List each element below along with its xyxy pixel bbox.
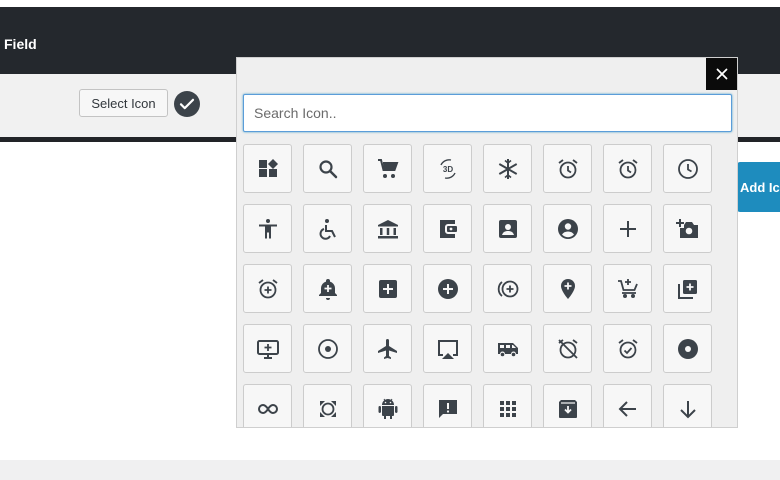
account-circle-icon[interactable] [543,204,592,253]
airport-shuttle-icon[interactable] [483,324,532,373]
selected-check-icon [174,91,200,117]
album-icon[interactable] [663,324,712,373]
3d-rotation-icon[interactable]: 3D [423,144,472,193]
add-circle-outline-icon[interactable] [483,264,532,313]
arrow-back-icon[interactable] [603,384,652,427]
add-alarm-icon[interactable] [243,264,292,313]
access-time-icon[interactable] [663,144,712,193]
add-circle-icon[interactable] [423,264,472,313]
alarm-off-icon[interactable] [543,324,592,373]
icon-picker-modal: 3D [236,57,738,428]
accessible-icon[interactable] [303,204,352,253]
close-icon[interactable] [706,58,737,90]
all-out-icon[interactable] [303,384,352,427]
add-alert-icon[interactable] [303,264,352,313]
search-icon-input[interactable] [243,94,732,132]
add-a-photo-icon[interactable] [663,204,712,253]
add-to-queue-icon[interactable] [243,324,292,373]
account-balance-icon[interactable] [363,204,412,253]
arrow-downward-icon[interactable] [663,384,712,427]
svg-text:3D: 3D [442,165,452,174]
alarm-on-icon[interactable] [603,324,652,373]
shopping-cart-icon[interactable] [363,144,412,193]
select-icon-button[interactable]: Select Icon [79,89,168,117]
airplanemode-active-icon[interactable] [363,324,412,373]
add-location-icon[interactable] [543,264,592,313]
access-alarm-icon[interactable] [543,144,592,193]
all-inclusive-icon[interactable] [243,384,292,427]
archive-icon[interactable] [543,384,592,427]
bottom-band [0,460,780,480]
account-balance-wallet-icon[interactable] [423,204,472,253]
widgets-icon[interactable] [243,144,292,193]
top-strip [0,0,780,7]
page: Field Select Icon Add Ic 3D [0,0,780,480]
add-to-photos-icon[interactable] [663,264,712,313]
add-shopping-cart-icon[interactable] [603,264,652,313]
android-icon[interactable] [363,384,412,427]
announcement-icon[interactable] [423,384,472,427]
access-alarms-icon[interactable] [603,144,652,193]
ac-unit-icon[interactable] [483,144,532,193]
add-box-icon[interactable] [363,264,412,313]
apps-icon[interactable] [483,384,532,427]
adjust-icon[interactable] [303,324,352,373]
add-icon-button[interactable]: Add Ic [737,162,780,212]
add-icon[interactable] [603,204,652,253]
search-icon[interactable] [303,144,352,193]
airplay-icon[interactable] [423,324,472,373]
accessibility-icon[interactable] [243,204,292,253]
account-box-icon[interactable] [483,204,532,253]
field-title: Field [4,36,37,52]
